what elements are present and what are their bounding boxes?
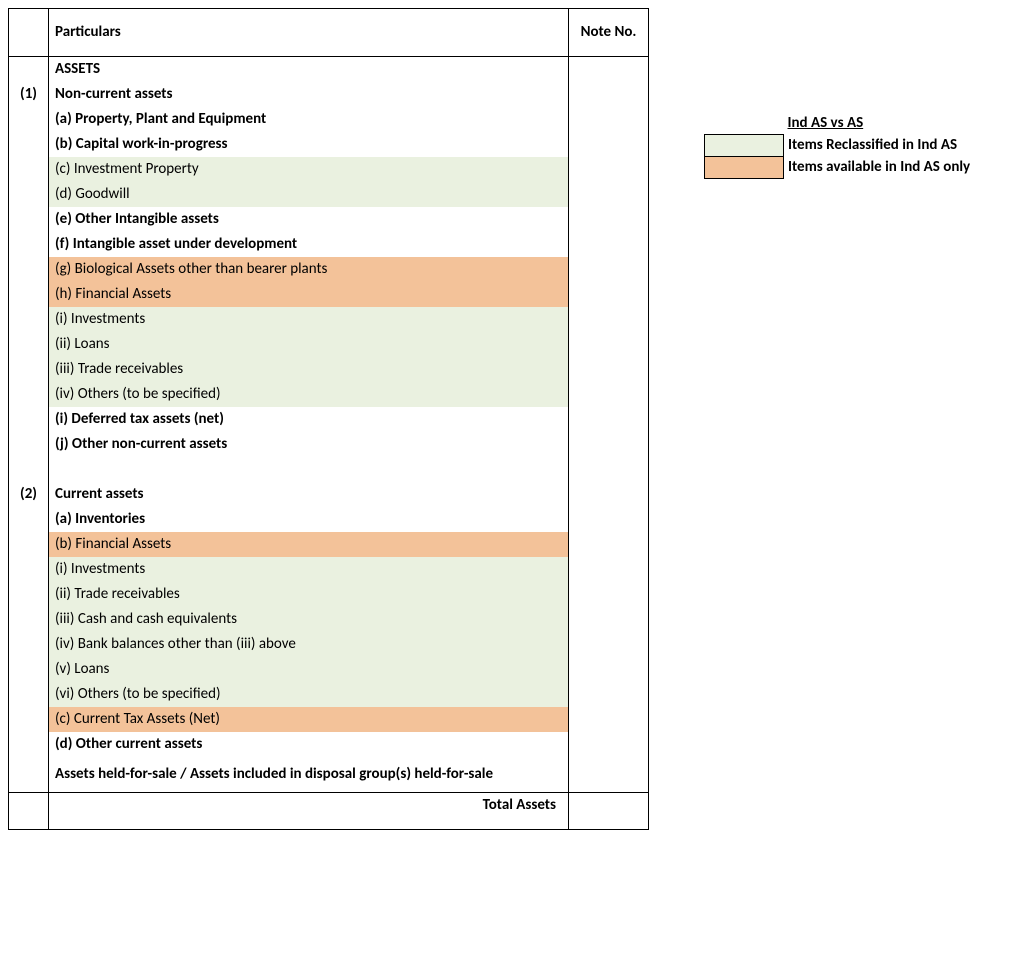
row-f-intangible-dev: (f) Intangible asset under development: [9, 232, 649, 257]
label-nc-loans: (ii) Loans: [49, 332, 569, 357]
header-blank: [9, 9, 49, 57]
label-other-intangible: (e) Other Intangible assets: [49, 207, 569, 232]
label-c-cash: (iii) Cash and cash equivalents: [49, 607, 569, 632]
label-other-nc: (j) Other non-current assets: [49, 432, 569, 457]
row-b-cwip: (b) Capital work-in-progress: [9, 132, 649, 157]
label-ppe: (a) Property, Plant and Equipment: [49, 107, 569, 132]
label-non-current-assets: Non-current assets: [49, 82, 569, 107]
label-goodwill: (d) Goodwill: [49, 182, 569, 207]
label-held-for-sale: Assets held-for-sale / Assets included i…: [49, 757, 569, 793]
row-h-iv: (iv) Others (to be specified): [9, 382, 649, 407]
row-current-assets: (2) Current assets: [9, 482, 649, 507]
row-h-financial-assets: (h) Financial Assets: [9, 282, 649, 307]
label-c-trade-rec: (ii) Trade receivables: [49, 582, 569, 607]
legend: Ind AS vs AS Items Reclassified in Ind A…: [704, 112, 1014, 179]
row-ca-b-financial: (b) Financial Assets: [9, 532, 649, 557]
row-h-ii: (ii) Loans: [9, 332, 649, 357]
label-c-loans: (v) Loans: [49, 657, 569, 682]
row-ca-c-tax: (c) Current Tax Assets (Net): [9, 707, 649, 732]
label-financial-assets-c: (b) Financial Assets: [49, 532, 569, 557]
balance-sheet-table: Particulars Note No. ASSETS (1) Non-curr…: [8, 8, 649, 830]
row-e-other-intangible: (e) Other Intangible assets: [9, 207, 649, 232]
header-note-no: Note No.: [569, 9, 649, 57]
legend-title: Ind AS vs AS: [784, 112, 1014, 134]
header-row: Particulars Note No.: [9, 9, 649, 57]
label-biological: (g) Biological Assets other than bearer …: [49, 257, 569, 282]
page: Particulars Note No. ASSETS (1) Non-curr…: [0, 0, 1024, 953]
label-total-assets: Total Assets: [49, 793, 569, 830]
row-h-i: (i) Investments: [9, 307, 649, 332]
row-assets: ASSETS: [9, 56, 649, 82]
label-nc-others: (iv) Others (to be specified): [49, 382, 569, 407]
legend-swatch-indas-only: [705, 156, 784, 178]
legend-title-row: Ind AS vs AS: [705, 112, 1014, 134]
row-held-for-sale: Assets held-for-sale / Assets included i…: [9, 757, 649, 793]
row-ca-d-other: (d) Other current assets: [9, 732, 649, 757]
row-ca-a-inventories: (a) Inventories: [9, 507, 649, 532]
row-ca-b-ii: (ii) Trade receivables: [9, 582, 649, 607]
label-dta: (i) Deferred tax assets (net): [49, 407, 569, 432]
row-h-iii: (iii) Trade receivables: [9, 357, 649, 382]
row-g-biological: (g) Biological Assets other than bearer …: [9, 257, 649, 282]
label-intangible-dev: (f) Intangible asset under development: [49, 232, 569, 257]
row-ca-b-iii: (iii) Cash and cash equivalents: [9, 607, 649, 632]
legend-label-indas-only: Items available in Ind AS only: [784, 156, 1014, 178]
label-c-others: (vi) Others (to be specified): [49, 682, 569, 707]
row-total-assets: Total Assets: [9, 793, 649, 830]
label-cwip: (b) Capital work-in-progress: [49, 132, 569, 157]
row-ca-b-i: (i) Investments: [9, 557, 649, 582]
label-financial-assets-nc: (h) Financial Assets: [49, 282, 569, 307]
label-current-tax: (c) Current Tax Assets (Net): [49, 707, 569, 732]
label-nc-investments: (i) Investments: [49, 307, 569, 332]
legend-row-indas-only: Items available in Ind AS only: [705, 156, 1014, 178]
label-assets: ASSETS: [49, 56, 569, 82]
legend-row-reclassified: Items Reclassified in Ind AS: [705, 134, 1014, 156]
label-other-current: (d) Other current assets: [49, 732, 569, 757]
row-a-ppe: (a) Property, Plant and Equipment: [9, 107, 649, 132]
label-inventories: (a) Inventories: [49, 507, 569, 532]
row-ca-b-vi: (vi) Others (to be specified): [9, 682, 649, 707]
row-i-dta: (i) Deferred tax assets (net): [9, 407, 649, 432]
label-c-bank: (iv) Bank balances other than (iii) abov…: [49, 632, 569, 657]
row-c-investment-property: (c) Investment Property: [9, 157, 649, 182]
section-number-1: (1): [9, 82, 49, 107]
label-nc-trade-rec: (iii) Trade receivables: [49, 357, 569, 382]
section-number-2: (2): [9, 482, 49, 507]
row-non-current: (1) Non-current assets: [9, 82, 649, 107]
label-c-investments: (i) Investments: [49, 557, 569, 582]
row-j-other-nc: (j) Other non-current assets: [9, 432, 649, 457]
row-spacer: [9, 457, 649, 482]
header-particulars: Particulars: [49, 9, 569, 57]
legend-swatch-reclassified: [705, 134, 784, 156]
label-investment-property: (c) Investment Property: [49, 157, 569, 182]
legend-label-reclassified: Items Reclassified in Ind AS: [784, 134, 1014, 156]
row-ca-b-v: (v) Loans: [9, 657, 649, 682]
label-current-assets: Current assets: [49, 482, 569, 507]
row-d-goodwill: (d) Goodwill: [9, 182, 649, 207]
row-ca-b-iv: (iv) Bank balances other than (iii) abov…: [9, 632, 649, 657]
